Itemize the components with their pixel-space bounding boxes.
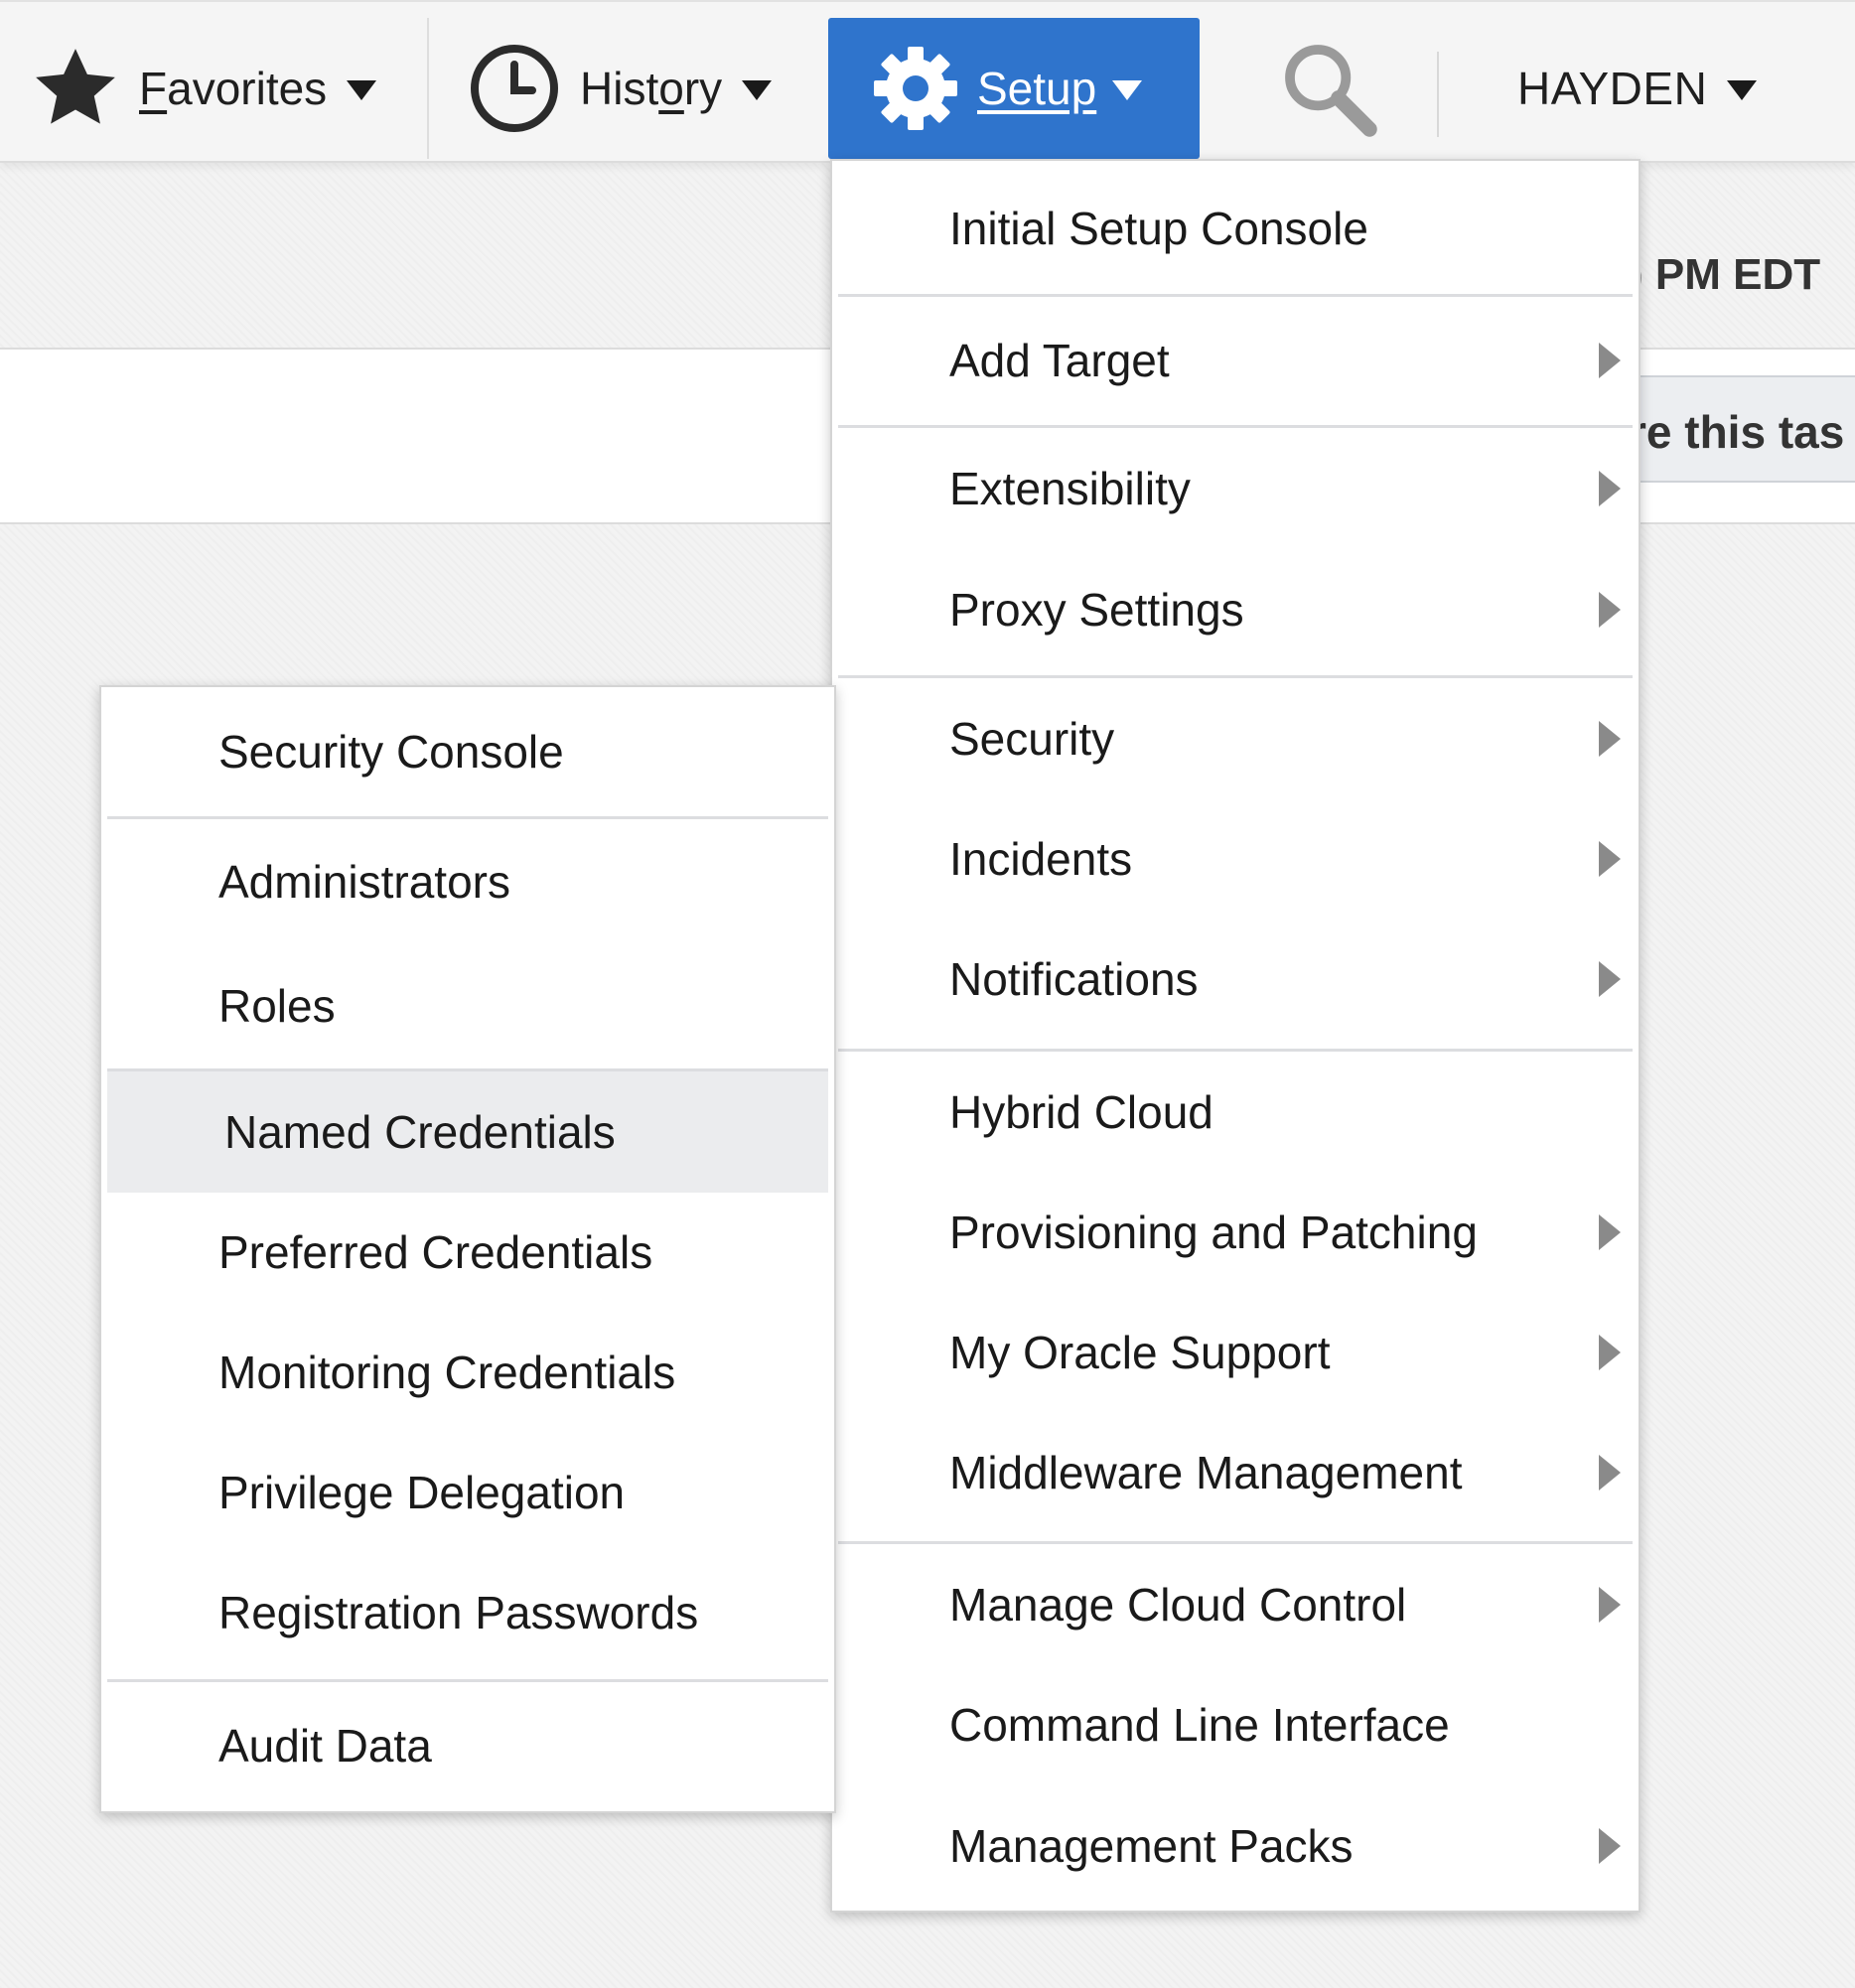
menu-item-label: Audit Data (218, 1720, 432, 1772)
user-name-label: HAYDEN (1517, 63, 1708, 114)
favorites-label: Favorites (139, 63, 328, 114)
chevron-down-icon (1727, 80, 1758, 100)
menu-item-privilege-delegation[interactable]: Privilege Delegation (101, 1433, 834, 1552)
menu-item-label: Security Console (218, 726, 564, 778)
chevron-down-icon (1112, 80, 1143, 100)
menu-item-security-console[interactable]: Security Console (101, 687, 834, 816)
task-button-label: re this tas (1629, 406, 1845, 458)
menu-item-management-packs[interactable]: Management Packs (832, 1784, 1639, 1908)
setup-menu-button[interactable]: Setup (828, 18, 1200, 159)
menu-item-label: Administrators (218, 856, 510, 908)
menu-item-label: Roles (218, 980, 336, 1032)
submenu-arrow-icon (1599, 471, 1621, 506)
menu-item-proxy-settings[interactable]: Proxy Settings (832, 549, 1639, 670)
menu-item-extensibility[interactable]: Extensibility (832, 428, 1639, 549)
submenu-arrow-icon (1599, 1214, 1621, 1250)
menu-item-command-line-interface[interactable]: Command Line Interface (832, 1665, 1639, 1784)
last-refresh-time: ) PM EDT (1629, 250, 1821, 299)
menu-item-label: Proxy Settings (949, 584, 1244, 636)
security-submenu: Security Console Administrators Roles Na… (99, 685, 836, 1813)
setup-label: Setup (977, 63, 1097, 114)
menu-item-manage-cloud-control[interactable]: Manage Cloud Control (832, 1544, 1639, 1665)
submenu-arrow-icon (1599, 592, 1621, 628)
menu-item-label: Monitoring Credentials (218, 1347, 676, 1398)
menu-item-label: Middleware Management (949, 1447, 1463, 1498)
menu-item-label: Provisioning and Patching (949, 1207, 1478, 1258)
menu-item-provisioning-and-patching[interactable]: Provisioning and Patching (832, 1173, 1639, 1292)
setup-dropdown-menu: Initial Setup Console Add Target Extensi… (830, 159, 1641, 1913)
clock-icon (471, 45, 558, 132)
menu-item-administrators[interactable]: Administrators (101, 819, 834, 944)
menu-item-my-oracle-support[interactable]: My Oracle Support (832, 1292, 1639, 1413)
menu-item-hybrid-cloud[interactable]: Hybrid Cloud (832, 1052, 1639, 1173)
menu-item-named-credentials[interactable]: Named Credentials (107, 1071, 828, 1193)
menu-item-preferred-credentials[interactable]: Preferred Credentials (101, 1193, 834, 1312)
menu-item-label: Extensibility (949, 463, 1191, 514)
submenu-arrow-icon (1599, 1455, 1621, 1491)
favorites-menu-button[interactable]: Favorites (0, 18, 429, 159)
menu-item-label: Hybrid Cloud (949, 1086, 1213, 1138)
menu-item-incidents[interactable]: Incidents (832, 799, 1639, 919)
menu-item-label: My Oracle Support (949, 1327, 1331, 1378)
menu-item-audit-data[interactable]: Audit Data (101, 1682, 834, 1809)
chevron-down-icon (742, 80, 773, 100)
menu-item-label: Initial Setup Console (949, 203, 1368, 254)
submenu-arrow-icon (1599, 1335, 1621, 1370)
menu-item-security[interactable]: Security (832, 678, 1639, 799)
menu-item-label: Incidents (949, 833, 1133, 885)
submenu-arrow-icon (1599, 1587, 1621, 1623)
submenu-arrow-icon (1599, 721, 1621, 757)
menu-item-label: Notifications (949, 953, 1199, 1005)
menu-item-add-target[interactable]: Add Target (832, 297, 1639, 424)
submenu-arrow-icon (1599, 841, 1621, 877)
gear-icon (874, 47, 957, 130)
submenu-arrow-icon (1599, 961, 1621, 997)
star-icon (36, 49, 115, 124)
menu-item-label: Management Packs (949, 1820, 1354, 1872)
menu-item-label: Security (949, 713, 1115, 765)
nav-divider (1437, 52, 1439, 137)
menu-item-label: Privilege Delegation (218, 1467, 626, 1518)
user-menu-button[interactable]: HAYDEN (1490, 18, 1787, 159)
menu-item-middleware-management[interactable]: Middleware Management (832, 1413, 1639, 1532)
global-nav-bar: Favorites History Setup HAYDEN (0, 0, 1855, 163)
menu-item-label: Named Credentials (224, 1106, 616, 1158)
submenu-arrow-icon (1599, 343, 1621, 378)
search-icon (1285, 45, 1377, 137)
menu-item-roles[interactable]: Roles (101, 944, 834, 1067)
menu-item-initial-setup-console[interactable]: Initial Setup Console (832, 161, 1639, 296)
menu-item-label: Preferred Credentials (218, 1226, 653, 1278)
menu-item-label: Registration Passwords (218, 1587, 699, 1638)
history-label: History (580, 63, 723, 114)
menu-item-label: Add Target (949, 335, 1170, 386)
menu-item-registration-passwords[interactable]: Registration Passwords (101, 1552, 834, 1673)
chevron-down-icon (347, 80, 377, 100)
history-menu-button[interactable]: History (431, 18, 828, 159)
submenu-arrow-icon (1599, 1828, 1621, 1864)
search-button[interactable] (1259, 18, 1398, 159)
menu-item-notifications[interactable]: Notifications (832, 919, 1639, 1040)
menu-item-monitoring-credentials[interactable]: Monitoring Credentials (101, 1312, 834, 1433)
menu-item-label: Command Line Interface (949, 1699, 1450, 1751)
menu-item-label: Manage Cloud Control (949, 1579, 1407, 1631)
